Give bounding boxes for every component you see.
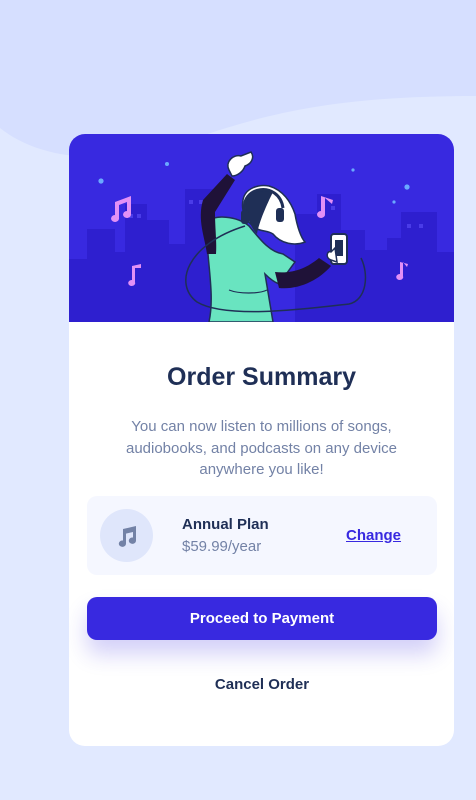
plan-price: $59.99/year (182, 538, 262, 555)
plan-icon-badge (100, 509, 153, 562)
summary-description: You can now listen to millions of songs,… (125, 418, 398, 478)
proceed-to-payment-button[interactable]: Proceed to Payment (87, 597, 437, 640)
cancel-order-button[interactable]: Cancel Order (87, 672, 437, 696)
plan-panel: Annual Plan $59.99/year Change (87, 496, 437, 575)
plan-name: Annual Plan (182, 516, 269, 533)
order-summary-card: Order Summary You can now listen to mill… (69, 134, 454, 746)
hero-illustration (69, 134, 454, 322)
page-title: Order Summary (167, 363, 356, 391)
change-plan-link[interactable]: Change (346, 527, 401, 544)
music-note-icon (118, 526, 137, 547)
